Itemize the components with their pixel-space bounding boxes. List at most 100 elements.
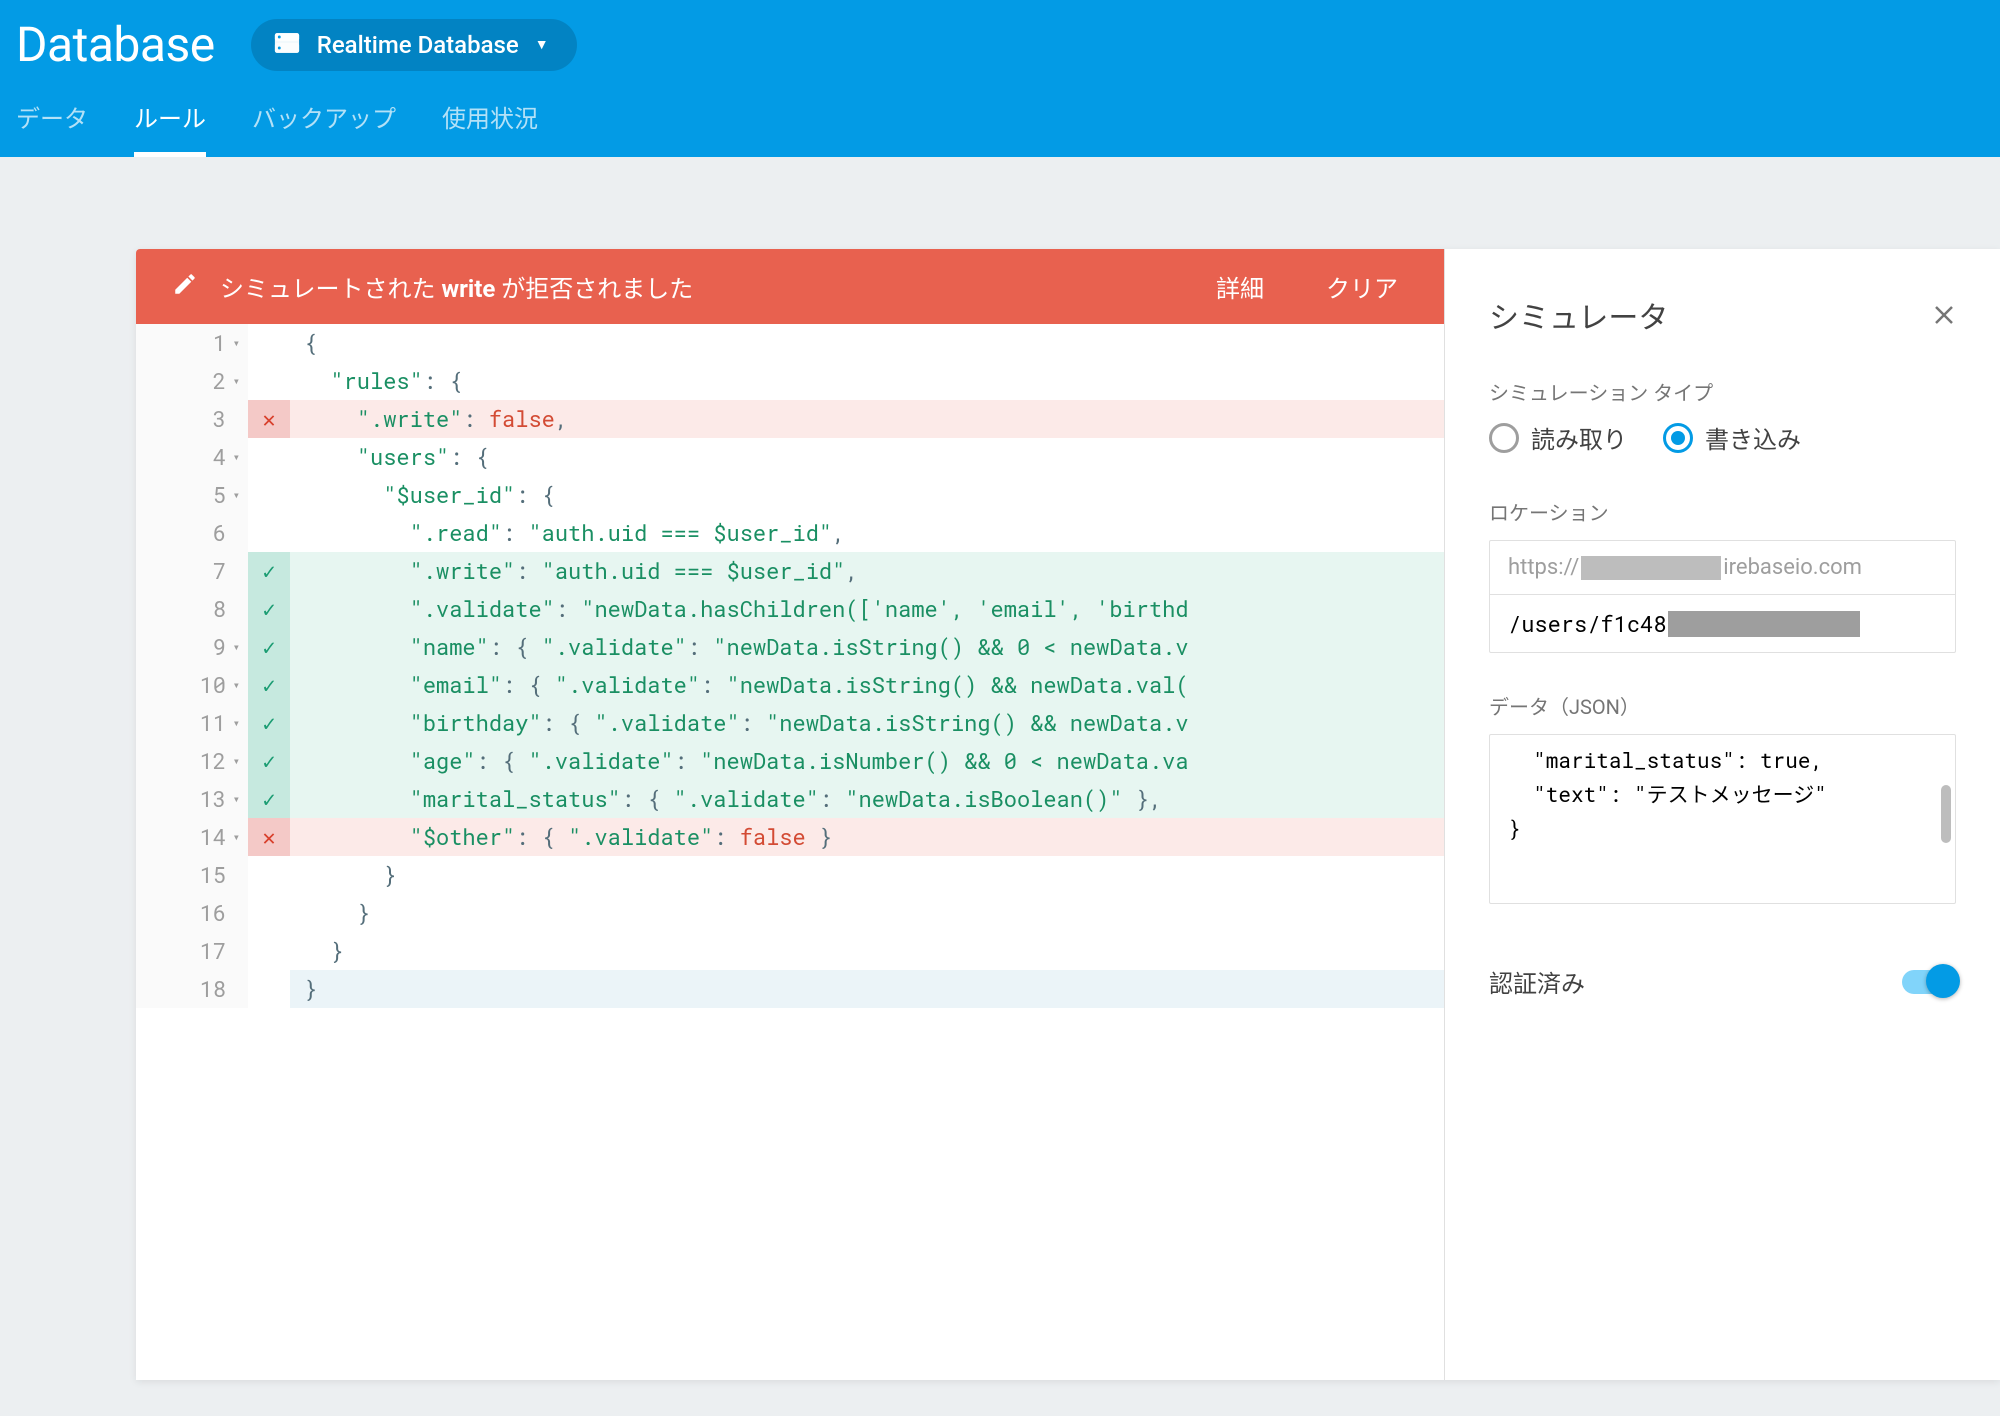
simulator-title: シミュレータ [1489,293,1668,337]
line-number: 3 [136,400,248,438]
line-number: 12▾ [136,742,248,780]
radio-write[interactable]: 書き込み [1663,420,1801,455]
code-line[interactable]: "$user_id": { [290,476,1444,514]
json-data-input[interactable]: "marital_status": true, "text": "テストメッセー… [1489,734,1956,904]
radio-write-label: 書き込み [1705,420,1801,455]
code-line[interactable]: { [290,324,1444,362]
simulator-panel: シミュレータ シミュレーション タイプ 読み取り 書き込み ロケーション [1444,249,2000,1380]
simulation-type-radios: 読み取り 書き込み [1489,420,1956,455]
marker-empty [248,856,290,894]
code-line[interactable]: ".validate": "newData.hasChildren(['name… [290,590,1444,628]
radio-read[interactable]: 読み取り [1489,420,1627,455]
app-header: Database Realtime Database ▼ データルールバックアッ… [0,0,2000,157]
location-label: ロケーション [1489,497,1956,526]
simulator-header: シミュレータ [1445,249,2000,365]
alert-clear-button[interactable]: クリア [1306,269,1418,304]
check-icon: ✓ [248,666,290,704]
rules-editor-panel: シミュレートされた write が拒否されました 詳細 クリア 1▾2▾34▾5… [136,249,1444,1380]
line-number: 10▾ [136,666,248,704]
code-line[interactable]: ".read": "auth.uid === $user_id", [290,514,1444,552]
line-number: 1▾ [136,324,248,362]
alert-message: シミュレートされた write が拒否されました [220,269,1174,304]
line-number: 15 [136,856,248,894]
code-editor[interactable]: 1▾2▾34▾5▾6789▾10▾11▾12▾13▾14▾15161718 ✕✓… [136,324,1444,1008]
marker-empty [248,894,290,932]
code-line[interactable]: } [290,970,1444,1008]
tab-使用状況[interactable]: 使用状況 [442,99,538,157]
code-line[interactable]: "birthday": { ".validate": "newData.isSt… [290,704,1444,742]
json-data-label: データ（JSON） [1489,691,1956,720]
database-type-selector[interactable]: Realtime Database ▼ [251,19,577,71]
line-number: 18 [136,970,248,1008]
close-icon[interactable] [1928,299,1960,331]
code-line[interactable]: "users": { [290,438,1444,476]
tab-ルール[interactable]: ルール [134,99,206,157]
line-number: 6 [136,514,248,552]
tab-バックアップ[interactable]: バックアップ [252,99,396,157]
marker-empty [248,438,290,476]
code-line[interactable]: "$other": { ".validate": false } [290,818,1444,856]
radio-icon [1663,423,1693,453]
database-type-label: Realtime Database [317,31,519,59]
line-number: 8 [136,590,248,628]
simulation-alert-bar: シミュレートされた write が拒否されました 詳細 クリア [136,249,1444,324]
alert-detail-button[interactable]: 詳細 [1196,269,1284,304]
scrollbar-thumb[interactable] [1941,785,1951,843]
check-icon: ✓ [248,780,290,818]
json-body: "marital_status": true, "text": "テストメッセー… [1508,746,1827,842]
location-section: ロケーション https:// irebaseio.com /users/f1c4… [1445,485,2000,679]
line-number: 17 [136,932,248,970]
x-icon: ✕ [248,400,290,438]
code-line[interactable]: ".write": "auth.uid === $user_id", [290,552,1444,590]
code-line[interactable]: "email": { ".validate": "newData.isStrin… [290,666,1444,704]
redacted-host [1581,556,1721,580]
check-icon: ✓ [248,742,290,780]
line-number-gutter: 1▾2▾34▾5▾6789▾10▾11▾12▾13▾14▾15161718 [136,324,248,1008]
line-number: 5▾ [136,476,248,514]
code-line[interactable]: } [290,932,1444,970]
marker-empty [248,324,290,362]
location-input-box: https:// irebaseio.com /users/f1c48 [1489,540,1956,653]
line-number: 7 [136,552,248,590]
line-number: 16 [136,894,248,932]
line-number: 9▾ [136,628,248,666]
redacted-path [1668,611,1860,637]
marker-empty [248,362,290,400]
json-data-section: データ（JSON） "marital_status": true, "text"… [1445,679,2000,904]
code-line[interactable]: "name": { ".validate": "newData.isString… [290,628,1444,666]
line-number: 14▾ [136,818,248,856]
marker-empty [248,476,290,514]
code-line[interactable]: } [290,856,1444,894]
check-icon: ✓ [248,704,290,742]
code-line[interactable]: } [290,894,1444,932]
storage-icon [273,32,301,58]
radio-icon [1489,423,1519,453]
auth-section: 認証済み [1445,904,2000,999]
path-prefix: /users/f1c48 [1508,609,1666,638]
simulation-type-section: シミュレーション タイプ 読み取り 書き込み [1445,365,2000,485]
validation-marker-column: ✕✓✓✓✓✓✓✓✕ [248,324,290,1008]
line-number: 2▾ [136,362,248,400]
header-top-row: Database Realtime Database ▼ [0,0,2000,81]
tab-データ[interactable]: データ [16,99,88,157]
location-path-input[interactable]: /users/f1c48 [1490,595,1955,652]
code-content[interactable]: { "rules": { ".write": false, "users": {… [290,324,1444,1008]
marker-empty [248,514,290,552]
workspace: シミュレートされた write が拒否されました 詳細 クリア 1▾2▾34▾5… [136,249,2000,1380]
code-line[interactable]: ".write": false, [290,400,1444,438]
app-title: Database [16,16,215,73]
code-line[interactable]: "rules": { [290,362,1444,400]
x-icon: ✕ [248,818,290,856]
auth-toggle[interactable] [1902,970,1956,994]
chevron-down-icon: ▼ [535,36,549,53]
line-number: 13▾ [136,780,248,818]
radio-read-label: 読み取り [1531,420,1627,455]
code-line[interactable]: "marital_status": { ".validate": "newDat… [290,780,1444,818]
host-prefix: https:// [1508,555,1579,580]
switch-knob [1926,964,1960,998]
line-number: 4▾ [136,438,248,476]
host-suffix: irebaseio.com [1723,555,1862,580]
check-icon: ✓ [248,552,290,590]
simulation-type-label: シミュレーション タイプ [1489,377,1956,406]
code-line[interactable]: "age": { ".validate": "newData.isNumber(… [290,742,1444,780]
